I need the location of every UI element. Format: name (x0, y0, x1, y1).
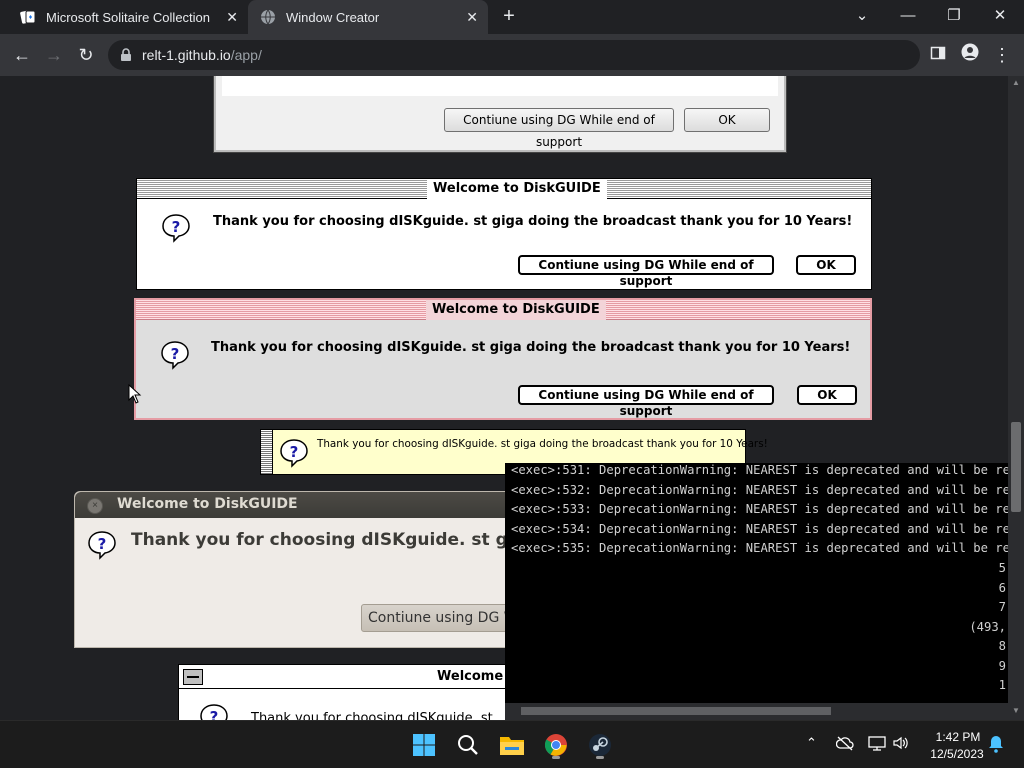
scroll-up-icon[interactable]: ▲ (1012, 78, 1020, 87)
tab-title: Window Creator (286, 9, 380, 25)
chevron-down-icon[interactable]: ⌄ (848, 4, 876, 28)
terminal-number: (493, (969, 619, 1006, 634)
question-icon (88, 531, 116, 559)
tab-solitaire[interactable]: Microsoft Solitaire Collection ✕ (8, 0, 248, 34)
title-bar[interactable] (261, 430, 273, 474)
notification-bell-icon[interactable] (988, 735, 1004, 756)
close-window-button[interactable]: ✕ (986, 4, 1014, 28)
minimize-icon[interactable] (183, 669, 203, 685)
volume-icon[interactable] (892, 735, 910, 754)
cloud-offline-icon[interactable] (835, 735, 854, 754)
dialog-title: Welcome t (437, 669, 514, 684)
terminal-number: 1 (998, 678, 1006, 692)
terminal-number: 6 (998, 580, 1006, 595)
address-bar[interactable]: relt-1.github.io/app/ (108, 40, 920, 70)
chrome-icon[interactable] (540, 729, 572, 761)
question-icon (280, 439, 308, 467)
terminal-line: <exec>:535: DeprecationWarning: NEAREST … (511, 541, 1008, 555)
title-bar[interactable]: Welcome to DiskGUIDE (136, 300, 870, 320)
profile-icon[interactable] (958, 43, 982, 67)
terminal-line: <exec>:533: DeprecationWarning: NEAREST … (511, 502, 1008, 516)
question-icon (161, 341, 189, 369)
search-icon[interactable] (452, 729, 484, 761)
continue-button[interactable]: Contiune using DG While end of support (444, 108, 674, 149)
continue-button[interactable]: Contiune using DG While end of support (518, 385, 774, 418)
active-indicator (596, 756, 604, 759)
new-tab-button[interactable]: + (498, 6, 520, 28)
scroll-thumb[interactable] (521, 707, 831, 715)
reload-icon[interactable]: ↻ (74, 43, 98, 67)
solitaire-icon (20, 9, 36, 25)
tab-strip: Microsoft Solitaire Collection ✕ Window … (0, 0, 1024, 34)
dialog-message: Thank you for choosing dISKguide. st (251, 711, 493, 720)
tab-window-creator[interactable]: Window Creator ✕ (248, 0, 488, 34)
dialog-classic-partial: Welcome t Thank you for choosing dISKgui… (178, 664, 558, 720)
close-icon[interactable]: × (87, 498, 103, 514)
steam-icon[interactable] (584, 729, 616, 761)
dialog-mac-classic: Welcome to DiskGUIDE Thank you for choos… (136, 178, 872, 290)
chevron-up-icon[interactable]: ⌃ (806, 735, 817, 751)
back-arrow-icon[interactable]: ← (10, 43, 34, 67)
active-indicator (552, 756, 560, 759)
file-explorer-icon[interactable] (496, 729, 528, 761)
terminal-line: <exec>:532: DeprecationWarning: NEAREST … (511, 482, 1008, 497)
ok-button[interactable]: OK (684, 108, 770, 132)
terminal-number: 8 (998, 639, 1006, 653)
terminal-number: 5 (998, 561, 1006, 575)
terminal-horizontal-scrollbar[interactable] (505, 703, 1008, 720)
dialog-message: Thank you for choosing dISKguide. st gig… (317, 438, 768, 450)
dialog-windows-partial: Contiune using DG While end of support O… (214, 76, 786, 152)
page-content: ? Contiune using DG While end of support… (0, 76, 1008, 720)
ok-button[interactable]: OK (797, 385, 857, 405)
forward-arrow-icon[interactable]: → (42, 43, 66, 67)
terminal-number: 9 (998, 658, 1006, 673)
ok-button[interactable]: OK (796, 255, 856, 275)
dialog-message: Thank you for choosing dISKguide. st gig… (213, 214, 853, 229)
dialog-mac-pink: Welcome to DiskGUIDE Thank you for choos… (134, 298, 872, 420)
page-scrollbar[interactable]: ▲ ▼ (1008, 76, 1024, 720)
scroll-down-icon[interactable]: ▼ (1012, 706, 1020, 715)
scroll-thumb[interactable] (1011, 422, 1021, 512)
question-icon (200, 704, 228, 720)
taskbar: ⌃ 1:42 PM 12/5/2023 (0, 720, 1024, 768)
network-icon[interactable] (868, 735, 886, 754)
lock-icon (120, 48, 134, 62)
terminal-line: <exec>:534: DeprecationWarning: NEAREST … (511, 521, 1008, 536)
clock-time[interactable]: 1:42 PM (930, 730, 986, 744)
dialog-title: Welcome to DiskGUIDE (117, 496, 298, 512)
url-path: /app/ (230, 47, 262, 63)
more-menu-icon[interactable]: ⋮ (990, 43, 1014, 67)
side-panel-icon[interactable] (926, 43, 950, 67)
dialog-message: Thank you for choosing dISKguide. st gig… (211, 340, 851, 355)
clock-date[interactable]: 12/5/2023 (924, 747, 990, 761)
title-bar[interactable]: Welcome to DiskGUIDE (137, 179, 871, 199)
dialog-body (222, 76, 778, 96)
close-icon[interactable]: ✕ (466, 9, 478, 26)
dialog-title: Welcome to DiskGUIDE (426, 300, 606, 320)
terminal-number: 7 (998, 600, 1006, 614)
mouse-cursor-icon (128, 384, 142, 404)
start-icon[interactable] (408, 729, 440, 761)
dialog-ubuntu: × Welcome to DiskGUIDE Thank you for cho… (74, 491, 541, 648)
restore-button[interactable]: ❐ (940, 4, 968, 28)
continue-button[interactable]: Contiune using DG While end of support (518, 255, 774, 288)
terminal-line: <exec>:531: DeprecationWarning: NEAREST … (511, 463, 1008, 477)
question-icon (162, 214, 190, 242)
terminal-output[interactable]: <exec>:531: DeprecationWarning: NEAREST … (505, 463, 1008, 703)
tab-title: Microsoft Solitaire Collection (46, 9, 211, 25)
title-bar[interactable]: × Welcome to DiskGUIDE (75, 492, 513, 518)
title-bar[interactable]: Welcome t (179, 665, 557, 689)
globe-icon (260, 9, 276, 25)
close-icon[interactable]: ✕ (226, 9, 238, 26)
minimize-button[interactable]: — (894, 4, 922, 28)
dialog-message: Thank you for choosing dISKguide. st gig… (131, 530, 538, 550)
url-host: relt-1.github.io (142, 47, 231, 63)
dialog-title: Welcome to DiskGUIDE (427, 179, 607, 199)
